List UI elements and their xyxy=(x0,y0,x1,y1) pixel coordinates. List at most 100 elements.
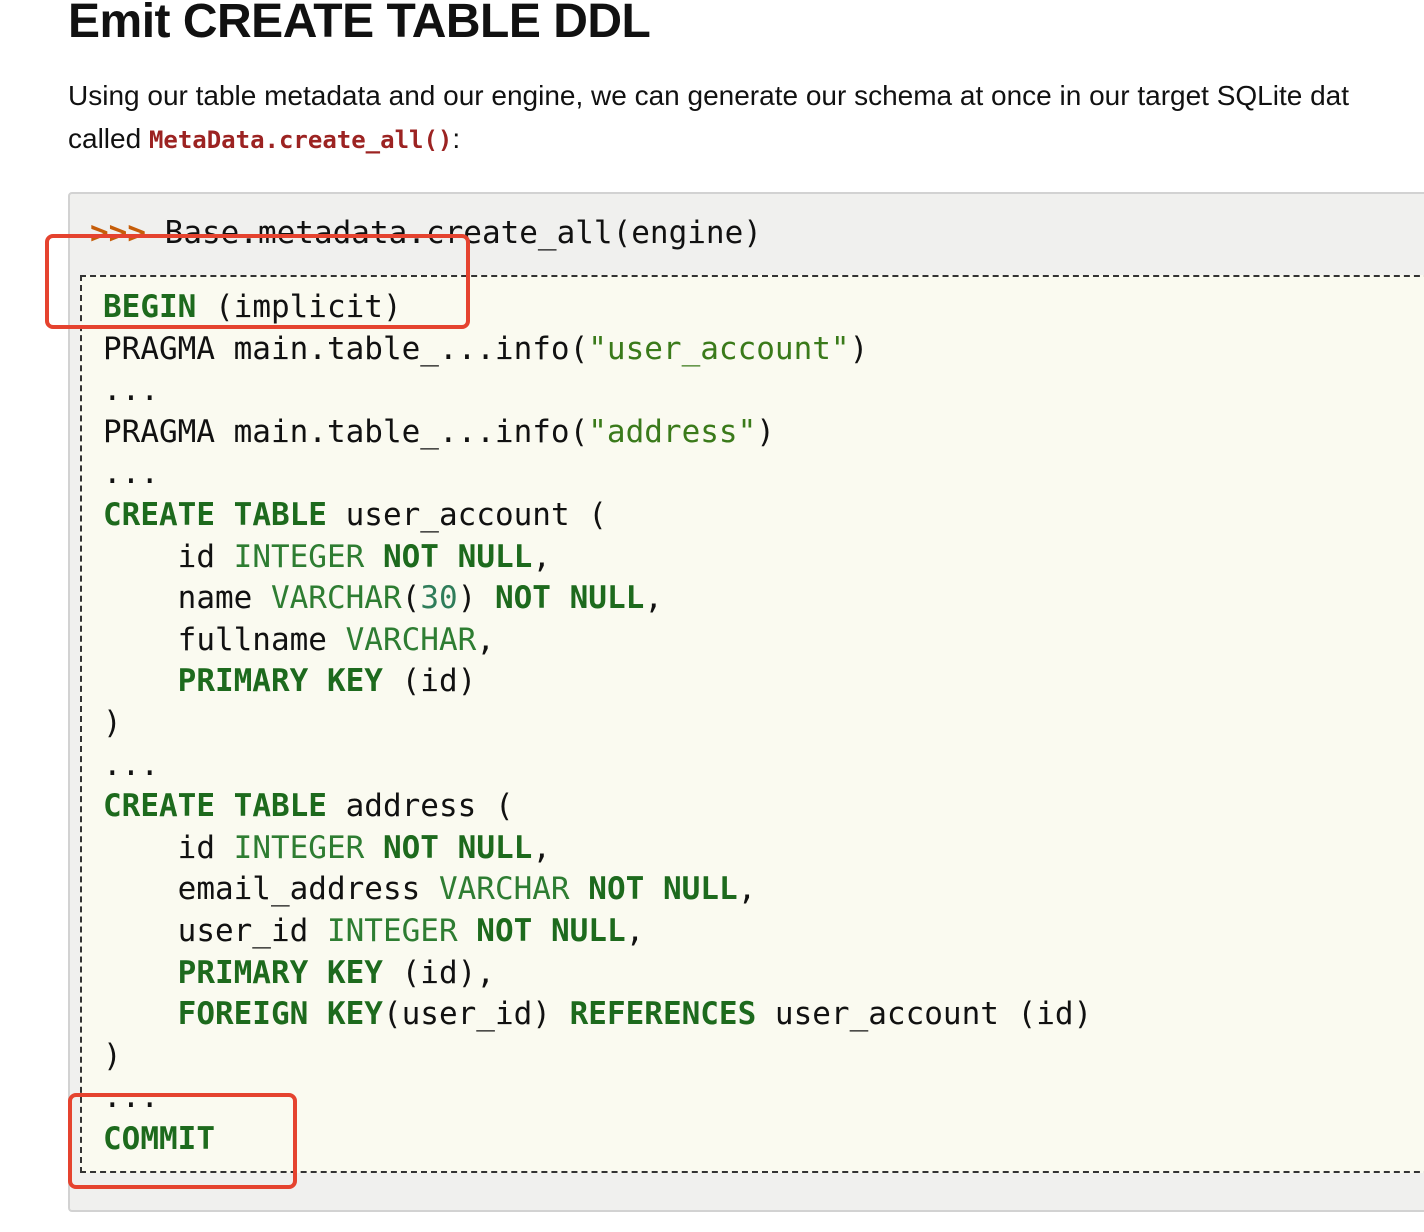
sql-text: ... xyxy=(103,455,159,492)
sql-text: fullname xyxy=(103,621,346,658)
sql-keyword: TABLE xyxy=(233,496,327,533)
inline-code-create-all[interactable]: MetaData.create_all() xyxy=(149,126,452,154)
intro-line-2: called MetaData.create_all(): xyxy=(68,117,1424,162)
sql-text: , xyxy=(625,912,645,949)
intro-text: called xyxy=(68,123,149,154)
sql-keyword: KEY xyxy=(326,954,383,991)
sql-text: ) xyxy=(756,413,775,450)
sql-line-column-name: name VARCHAR(30) NOT NULL, xyxy=(103,578,1092,620)
sql-line-column-email-address: email_address VARCHAR NOT NULL, xyxy=(103,869,1092,911)
sql-text: id xyxy=(103,538,234,575)
sql-line-column-id: id INTEGER NOT NULL, xyxy=(103,828,1092,870)
sql-line-create-address: CREATE TABLE address ( xyxy=(103,786,1092,828)
sql-keyword: CREATE xyxy=(103,496,215,533)
sql-keyword: KEY xyxy=(326,996,383,1033)
sql-line-pragma-user-account: PRAGMA main.table_...info("user_account"… xyxy=(103,329,1092,371)
sql-text: (id), xyxy=(382,954,495,991)
sql-keyword: PRIMARY xyxy=(177,954,309,991)
sql-text: ) xyxy=(849,330,869,367)
sql-keyword: NULL xyxy=(457,538,533,575)
sql-text: PRAGMA main.table_...info( xyxy=(103,413,589,450)
sql-type: INTEGER xyxy=(233,538,365,575)
sql-text: , xyxy=(737,871,757,908)
sql-string: "address" xyxy=(588,413,757,450)
sql-type: INTEGER xyxy=(326,912,458,949)
sql-line-column-user-id: user_id INTEGER NOT NULL, xyxy=(103,911,1092,953)
sql-text: ... xyxy=(103,746,159,783)
sql-text: name xyxy=(103,580,271,617)
intro-line-1: Using our table metadata and our engine,… xyxy=(68,80,1350,111)
sql-text: PRAGMA main.table_...info( xyxy=(103,330,589,367)
sql-text: , xyxy=(532,538,551,575)
sql-keyword: NOT xyxy=(588,871,645,908)
page-title: Emit CREATE TABLE DDL xyxy=(68,0,651,48)
sql-line-foreign-key: FOREIGN KEY(user_id) REFERENCES user_acc… xyxy=(103,994,1093,1036)
sql-text: ) xyxy=(103,1037,122,1074)
sql-line-column-id: id INTEGER NOT NULL, xyxy=(103,537,1092,579)
sql-keyword: NOT xyxy=(494,580,551,617)
sql-text: ( xyxy=(401,580,421,617)
sql-line-create-user-account: CREATE TABLE user_account ( xyxy=(103,495,1092,537)
intro-colon: : xyxy=(452,123,461,154)
sql-keyword: NULL xyxy=(550,912,626,949)
sql-type: VARCHAR xyxy=(345,621,477,658)
sql-text: user_account ( xyxy=(326,496,607,533)
sql-line-ellipsis: ... xyxy=(103,453,1092,495)
sql-line-primary-key: PRIMARY KEY (id) xyxy=(103,661,1092,703)
sql-line-close-paren: ) xyxy=(103,1036,1092,1078)
sql-text: , xyxy=(476,621,495,658)
sql-text: ... xyxy=(103,372,159,409)
sql-text: id xyxy=(103,829,234,866)
sql-keyword: KEY xyxy=(326,663,383,700)
highlight-box-begin xyxy=(45,234,470,329)
sql-text: address ( xyxy=(326,788,514,825)
sql-text: (user_id) xyxy=(382,996,570,1033)
sql-text: user_account (id) xyxy=(756,996,1093,1033)
sql-keyword: CREATE xyxy=(103,788,215,825)
sql-text: , xyxy=(532,829,551,866)
sql-line-column-fullname: fullname VARCHAR, xyxy=(103,620,1092,662)
sql-line-ellipsis: ... xyxy=(103,745,1092,787)
sql-type: VARCHAR xyxy=(438,871,570,908)
sql-keyword: NOT xyxy=(382,538,439,575)
sql-type: VARCHAR xyxy=(270,580,402,617)
sql-keyword: REFERENCES xyxy=(569,996,757,1033)
sql-output[interactable]: BEGIN (implicit) PRAGMA main.table_...inf… xyxy=(103,287,1092,1160)
intro-paragraph: Using our table metadata and our engine,… xyxy=(68,74,1424,162)
sql-type: INTEGER xyxy=(233,829,365,866)
sql-keyword: NOT xyxy=(382,829,439,866)
sql-line-ellipsis: ... xyxy=(103,370,1092,412)
sql-keyword: NULL xyxy=(569,580,645,617)
sql-keyword: NULL xyxy=(457,829,533,866)
sql-line-pragma-address: PRAGMA main.table_...info("address") xyxy=(103,412,1092,454)
sql-text: (id) xyxy=(382,663,477,700)
sql-line-close-paren: ) xyxy=(103,703,1092,745)
highlight-box-commit xyxy=(68,1093,297,1189)
sql-string: "user_account" xyxy=(588,330,850,367)
sql-text: email_address xyxy=(103,871,439,908)
sql-keyword: PRIMARY xyxy=(177,663,309,700)
sql-keyword: NOT xyxy=(476,912,533,949)
sql-text: ) xyxy=(103,704,122,741)
sql-line-primary-key: PRIMARY KEY (id), xyxy=(103,953,1092,995)
sql-keyword: FOREIGN xyxy=(177,996,309,1033)
sql-number: 30 xyxy=(420,580,458,617)
sql-keyword: TABLE xyxy=(233,788,327,825)
sql-keyword: NULL xyxy=(662,871,738,908)
sql-text: , xyxy=(644,580,663,617)
